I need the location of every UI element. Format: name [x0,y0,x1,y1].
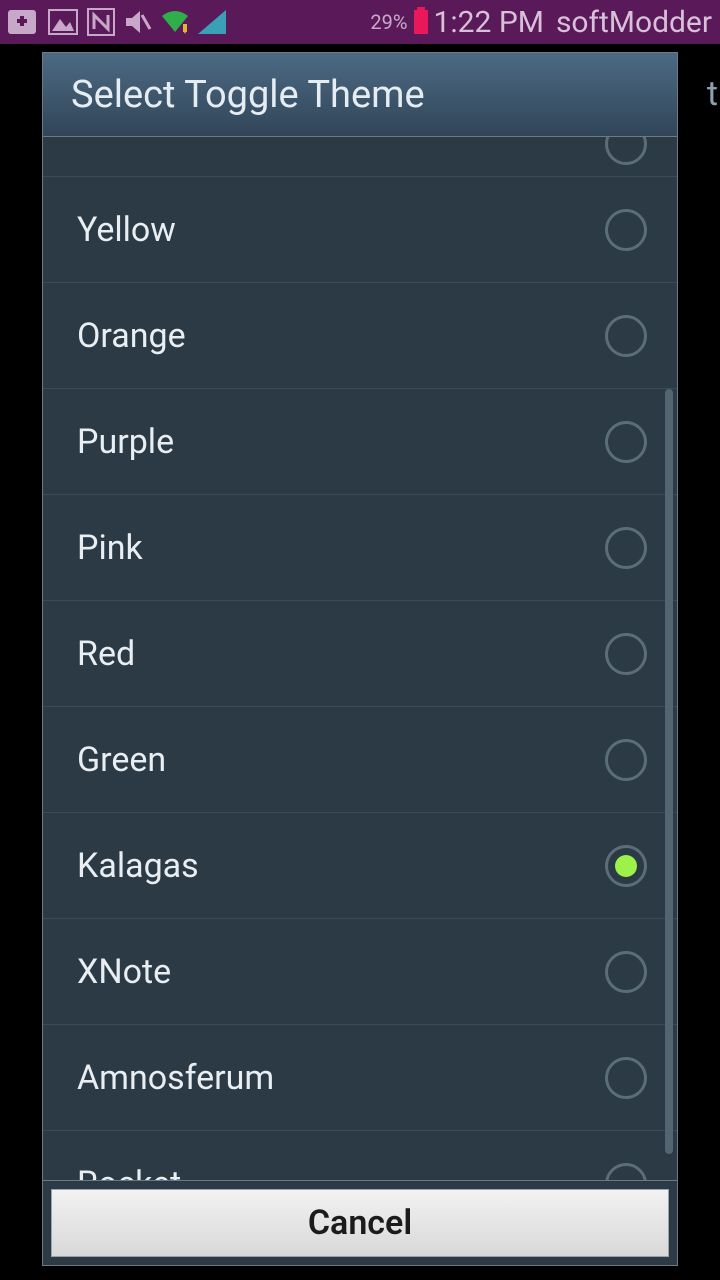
theme-option-yellow[interactable]: Yellow [43,177,677,283]
theme-label: Kalagas [77,846,199,886]
add-badge-icon [8,8,40,36]
background-text-fragment: t [707,74,718,114]
cancel-button[interactable]: Cancel [51,1189,669,1257]
picture-icon [48,9,78,35]
theme-option-amnosferum[interactable]: Amnosferum [43,1025,677,1131]
theme-option-ics-blue[interactable]: ICS Blue [43,137,677,177]
radio-icon [605,739,647,781]
radio-dot-icon [615,855,637,877]
carrier-label: softModder [556,5,712,40]
dialog-footer: Cancel [43,1180,677,1265]
mute-icon [124,9,152,35]
dialog-title: Select Toggle Theme [43,53,677,137]
theme-label: Red [77,634,135,674]
theme-option-xnote[interactable]: XNote [43,919,677,1025]
radio-icon [605,951,647,993]
theme-option-orange[interactable]: Orange [43,283,677,389]
theme-list[interactable]: ICS Blue Yellow Orange Purple Pink Red [43,137,677,1180]
radio-icon [605,845,647,887]
battery-percent: 29% [370,10,407,34]
radio-icon [605,137,647,165]
radio-icon [605,527,647,569]
select-theme-dialog: Select Toggle Theme ICS Blue Yellow Oran… [42,52,678,1266]
nfc-icon [86,7,116,37]
theme-label: Amnosferum [77,1058,274,1098]
theme-option-green[interactable]: Green [43,707,677,813]
status-right: 29% 1:22 PM softModder [370,5,712,40]
battery-icon [414,10,428,34]
clock: 1:22 PM [434,5,544,40]
signal-icon [198,10,226,34]
theme-option-pink[interactable]: Pink [43,495,677,601]
wifi-icon [160,10,190,34]
radio-icon [605,1057,647,1099]
radio-icon [605,421,647,463]
radio-icon [605,633,647,675]
radio-icon [605,315,647,357]
theme-option-purple[interactable]: Purple [43,389,677,495]
theme-label: Purple [77,422,174,462]
theme-label: Pink [77,528,143,568]
theme-label: Green [77,740,166,780]
theme-option-rocket[interactable]: Rocket [43,1131,677,1180]
radio-icon [605,209,647,251]
scrollbar-thumb[interactable] [665,389,673,1154]
theme-label: Orange [77,316,186,356]
theme-label: Rocket [77,1164,181,1181]
radio-icon [605,1163,647,1181]
status-left [8,7,226,37]
theme-label: XNote [77,952,171,992]
theme-label: Yellow [77,210,176,250]
theme-option-kalagas[interactable]: Kalagas [43,813,677,919]
status-bar: 29% 1:22 PM softModder [0,0,720,44]
theme-option-red[interactable]: Red [43,601,677,707]
